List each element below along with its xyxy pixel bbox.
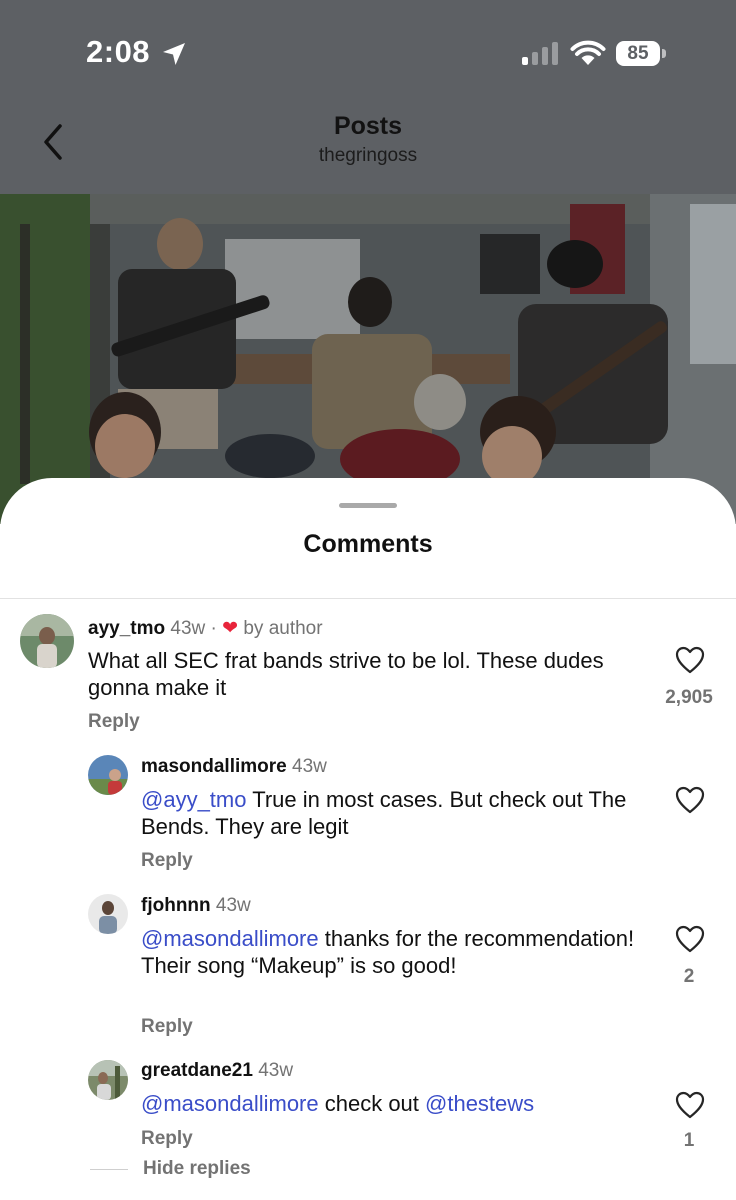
reply-button[interactable]: Reply [88, 711, 140, 733]
comment-age: 43w [170, 618, 206, 639]
mention-link[interactable]: @thestews [425, 1091, 534, 1116]
location-arrow-icon [163, 43, 185, 65]
comment-meta: ayy_tmo 43w · ❤ by author [88, 617, 323, 640]
battery-indicator: 85 [616, 41, 660, 66]
comment-age: 43w [215, 895, 251, 916]
header-area: 2:08 85 Posts thegringoss [0, 0, 736, 194]
status-bar: 2:08 85 [0, 0, 736, 100]
heart-outline-icon[interactable] [675, 646, 705, 674]
comment-meta: fjohnnn 43w [141, 895, 251, 917]
comment-body: check out [318, 1091, 426, 1116]
sheet-grabber-handle[interactable] [339, 503, 397, 508]
comment-username[interactable]: ayy_tmo [88, 618, 165, 639]
comment-text: @masondallimore check out @thestews [141, 1090, 651, 1117]
comment-age: 43w [292, 756, 327, 777]
comment-age: 43w [258, 1060, 294, 1081]
heart-outline-icon[interactable] [675, 1091, 705, 1119]
comment-username[interactable]: fjohnnn [141, 895, 211, 916]
mention-link[interactable]: @masondallimore [141, 926, 319, 951]
comment-meta: masondallimore 43w [141, 756, 327, 778]
comment-username[interactable]: greatdane21 [141, 1060, 253, 1081]
page-subtitle: thegringoss [318, 145, 418, 166]
page-title: Posts [333, 112, 403, 140]
comment-username[interactable]: masondallimore [141, 756, 287, 777]
mention-link[interactable]: @masondallimore [141, 1091, 319, 1116]
comment-text: @ayy_tmo True in most cases. But check o… [141, 786, 641, 840]
avatar[interactable] [20, 614, 74, 668]
avatar[interactable] [88, 894, 128, 934]
avatar[interactable] [88, 1060, 128, 1100]
avatar[interactable] [88, 755, 128, 795]
comment-text: What all SEC frat bands strive to be lol… [88, 648, 604, 700]
battery-nub [662, 49, 666, 58]
reply-button[interactable]: Reply [141, 1016, 193, 1038]
liked-by-author-label: by author [243, 618, 323, 639]
mention-link[interactable]: @ayy_tmo [141, 787, 246, 812]
wifi-icon [570, 40, 606, 65]
reply-button[interactable]: Reply [141, 1128, 193, 1150]
comment-meta: greatdane21 43w [141, 1060, 293, 1082]
hide-replies-button[interactable]: Hide replies [143, 1158, 251, 1180]
meta-separator: · [205, 618, 223, 639]
hide-replies-line [90, 1169, 128, 1170]
comment-text: @masondallimore thanks for the recommend… [141, 925, 651, 979]
post-photo [0, 194, 736, 524]
cellular-signal-icon [522, 42, 558, 65]
sheet-divider [0, 598, 736, 599]
like-count: 2 [683, 966, 695, 987]
sheet-title: Comments [303, 530, 433, 558]
like-count: 2,905 [665, 687, 713, 708]
heart-outline-icon[interactable] [675, 925, 705, 953]
heart-outline-icon[interactable] [675, 786, 705, 814]
heart-filled-icon: ❤ [222, 618, 239, 639]
reply-button[interactable]: Reply [141, 850, 193, 872]
like-count: 1 [683, 1130, 695, 1151]
band-photo-illustration [0, 194, 736, 524]
status-time: 2:08 [86, 34, 151, 69]
